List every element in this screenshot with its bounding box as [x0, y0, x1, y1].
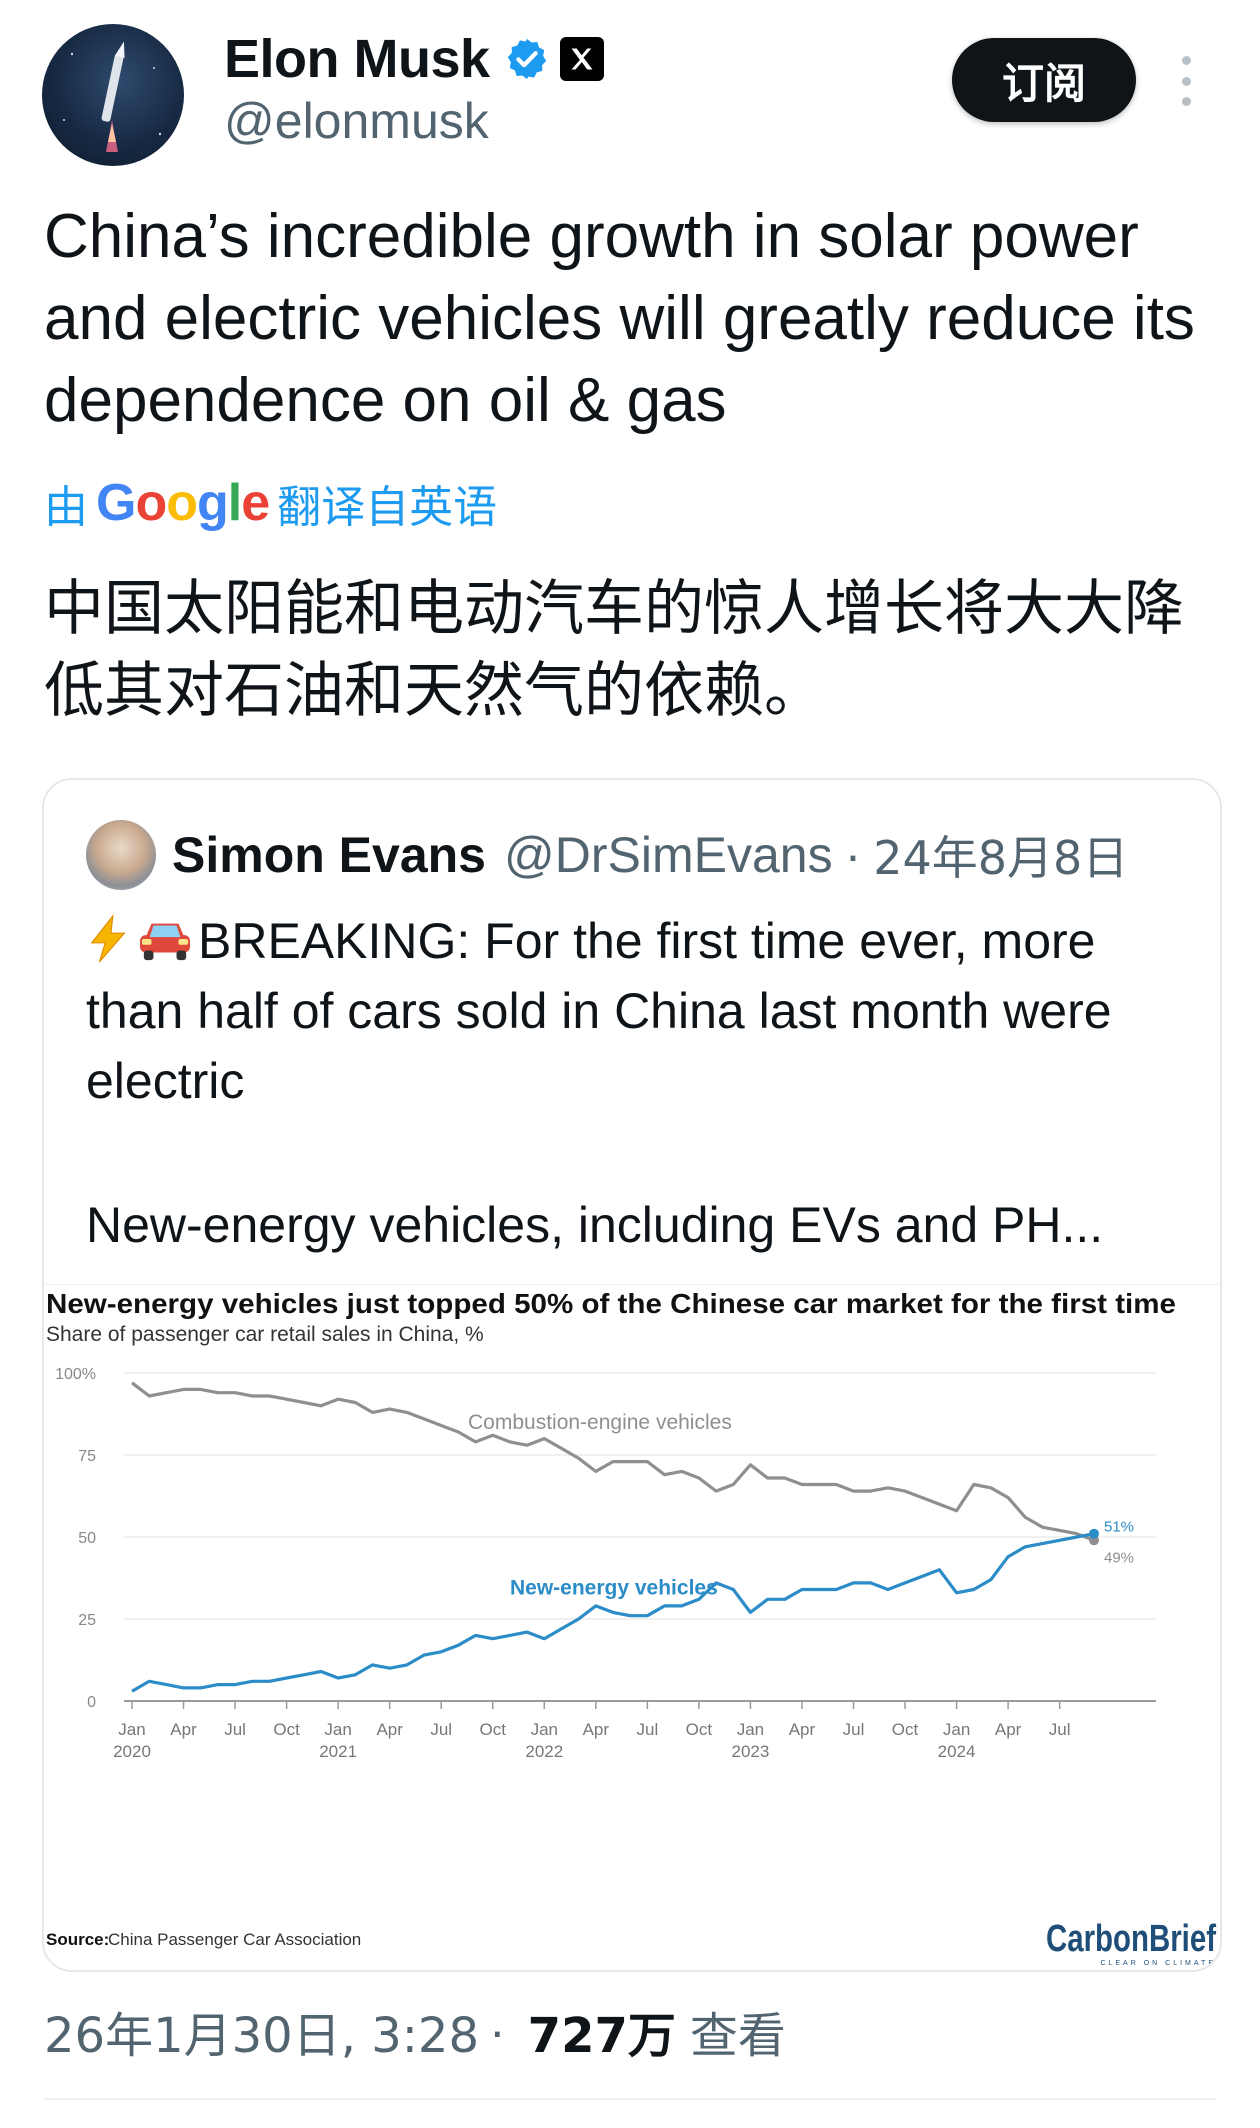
carbonbrief-logo: CarbonBrief: [1046, 1918, 1216, 1960]
translate-prefix: 由: [44, 482, 88, 533]
author-name-row: Elon Musk: [224, 26, 604, 92]
quoted-tweet-header: Simon Evans @DrSimEvans · 24年8月8日: [172, 818, 1128, 892]
x-logo-icon: [559, 37, 604, 81]
car-icon: [140, 923, 190, 961]
x-tick-label: Oct: [892, 1720, 919, 1739]
x-tick-label: Jan: [943, 1720, 970, 1739]
x-tick-label: Jan: [531, 1720, 558, 1739]
x-tick-label: Jul: [843, 1720, 865, 1739]
tweet-header: Elon Musk @elonmusk 订阅: [0, 0, 1260, 180]
meta-separator: ·: [489, 2003, 506, 2059]
series-end-label: 49%: [1104, 1549, 1134, 1566]
y-tick-label: 75: [78, 1448, 96, 1465]
chart-y-ticks: 100% 75 50 25 0: [55, 1366, 96, 1711]
translated-text: 中国太阳能和电动汽车的惊人增长将大大降低其对石油和天然气的依赖。: [44, 574, 1184, 726]
x-tick-label: Jan: [737, 1720, 764, 1739]
quoted-text: BREAKING: For the first time ever, more …: [86, 906, 1186, 1116]
x-tick-label: Apr: [995, 1720, 1022, 1739]
quoted-author-name: Simon Evans: [172, 827, 486, 883]
y-tick-label: 100%: [55, 1366, 96, 1383]
series-line: [131, 1381, 1095, 1542]
x-tick-year: 2020: [113, 1742, 151, 1761]
chart-x-ticks: Jan 2020 Apr Jul Oct Jan 2021 Apr Jul Oct Jan 2022 A…: [113, 1701, 1071, 1761]
translate-suffix: 翻译自英语: [277, 482, 498, 533]
y-tick-label: 25: [78, 1612, 96, 1629]
x-tick-year: 2024: [938, 1742, 976, 1761]
quoted-text-continued: New-energy vehicles, including EVs and P…: [86, 1197, 1104, 1253]
subscribe-button[interactable]: 订阅: [952, 38, 1136, 122]
tweet-text: China’s incredible growth in solar power…: [44, 202, 1195, 435]
author-avatar[interactable]: [42, 24, 184, 166]
chart-image[interactable]: New-energy vehicles just topped 50% of t…: [44, 1284, 1220, 1970]
verified-badge-icon: [507, 38, 546, 80]
x-tick-label: Oct: [480, 1720, 507, 1739]
view-count: 727万: [527, 2008, 676, 2064]
y-tick-label: 50: [78, 1530, 96, 1547]
chart-subtitle: Share of passenger car retail sales in C…: [46, 1323, 484, 1346]
carbonbrief-tagline: CLEAR ON CLIMATE: [1100, 1960, 1216, 1967]
series-end-point: [1089, 1528, 1099, 1539]
x-tick-label: Apr: [170, 1720, 197, 1739]
chart-title: New-energy vehicles just topped 50% of t…: [46, 1288, 1176, 1319]
view-label: 查看: [689, 2008, 786, 2064]
x-tick-label: Jul: [224, 1720, 246, 1739]
x-tick-label: Apr: [583, 1720, 610, 1739]
chart-source: China Passenger Car Association: [108, 1930, 361, 1949]
x-tick-year: 2021: [319, 1742, 357, 1761]
x-tick-label: Jul: [430, 1720, 452, 1739]
x-tick-label: Jan: [118, 1720, 145, 1739]
series-label: New-energy vehicles: [510, 1576, 718, 1599]
google-logo: Google: [96, 474, 270, 532]
y-tick-label: 0: [87, 1694, 96, 1711]
more-options-icon[interactable]: [1178, 56, 1194, 106]
ev-share-chart: New-energy vehicles just topped 50% of t…: [46, 1288, 1216, 1967]
series-label: Combustion-engine vehicles: [468, 1411, 732, 1434]
quoted-author-avatar: [86, 820, 156, 890]
x-tick-label: Apr: [376, 1720, 403, 1739]
series-line: [131, 1532, 1095, 1693]
quoted-text-body: BREAKING: For the first time ever, more …: [86, 913, 1112, 1109]
x-tick-year: 2023: [732, 1742, 770, 1761]
series-end-label: 51%: [1104, 1519, 1134, 1536]
lightning-icon: [90, 914, 126, 963]
quoted-author-handle: @DrSimEvans: [504, 827, 833, 883]
x-tick-label: Jul: [1049, 1720, 1071, 1739]
quoted-tweet-card[interactable]: Simon Evans @DrSimEvans · 24年8月8日 BREAKI…: [42, 778, 1222, 1972]
x-tick-label: Apr: [789, 1720, 816, 1739]
x-tick-label: Oct: [686, 1720, 713, 1739]
author-name[interactable]: Elon Musk: [224, 28, 490, 90]
post-time[interactable]: 26年1月30日, 3:28: [44, 1996, 479, 2066]
x-tick-label: Jan: [324, 1720, 351, 1739]
rocket-icon: [63, 41, 162, 152]
quoted-separator: ·: [844, 827, 862, 883]
translation-attribution[interactable]: 由 Google 翻译自英语: [44, 470, 497, 536]
author-handle[interactable]: @elonmusk: [224, 92, 489, 150]
x-tick-year: 2022: [525, 1742, 563, 1761]
chart-source-label: Source:: [46, 1930, 109, 1949]
x-tick-label: Jul: [636, 1720, 658, 1739]
quoted-date: 24年8月8日: [873, 831, 1129, 885]
tweet-meta: 26年1月30日, 3:28 · 727万 查看: [44, 1996, 786, 2066]
divider: [44, 2098, 1216, 2100]
x-tick-label: Oct: [273, 1720, 300, 1739]
